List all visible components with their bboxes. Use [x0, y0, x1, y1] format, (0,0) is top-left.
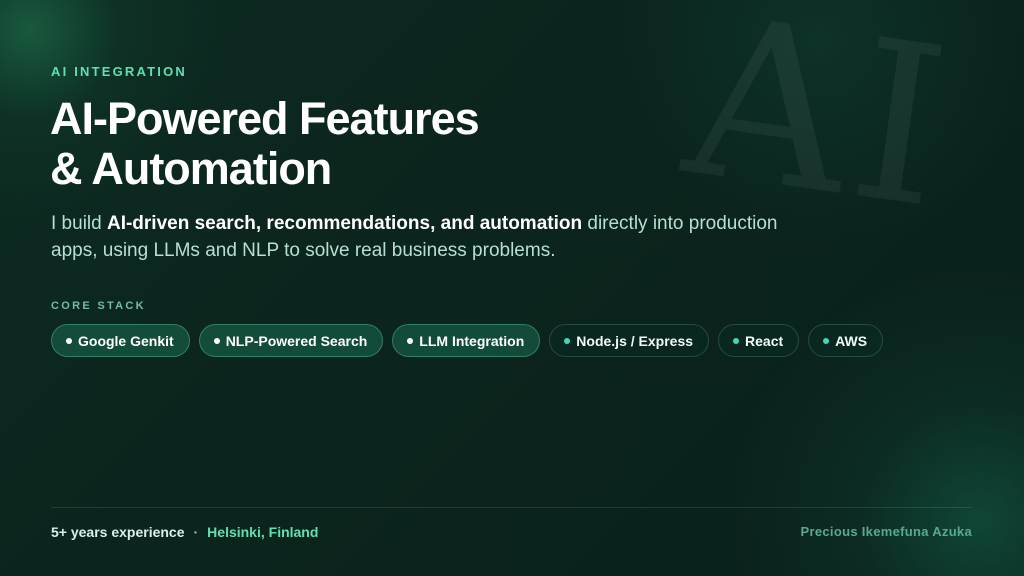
- stack-chip-aws: AWS: [808, 324, 884, 357]
- footer-separator: ·: [193, 524, 199, 540]
- stack-chip-label: LLM Integration: [419, 332, 525, 349]
- location-text: Helsinki, Finland: [207, 524, 319, 540]
- stack-chip-label: Node.js / Express: [576, 332, 694, 349]
- section-eyebrow: AI INTEGRATION: [51, 64, 187, 79]
- stack-chip-nodejs-express: Node.js / Express: [549, 324, 710, 357]
- ai-watermark: AI: [672, 0, 968, 259]
- footer-meta: 5+ years experience · Helsinki, Finland: [51, 524, 318, 540]
- page-title: AI-Powered Features & Automation: [50, 94, 610, 194]
- stack-chip-google-genkit: Google Genkit: [51, 324, 190, 357]
- hero-description: I build AI-driven search, recommendation…: [51, 210, 811, 264]
- footer-divider: [51, 507, 972, 508]
- chip-dot-icon: [733, 337, 740, 344]
- stack-chip-llm-integration: LLM Integration: [392, 324, 541, 357]
- chip-dot-icon: [823, 337, 830, 344]
- stack-chip-label: React: [745, 332, 784, 349]
- description-highlight: AI-driven search, recommendations, and a…: [106, 213, 583, 234]
- chip-dot-icon: [564, 337, 571, 344]
- stack-chip-label: NLP-Powered Search: [225, 332, 368, 349]
- chip-dot-icon: [407, 337, 414, 344]
- core-stack-label: CORE STACK: [51, 300, 146, 312]
- description-prefix: I build: [51, 213, 107, 234]
- stack-chip-react: React: [718, 324, 800, 357]
- page-title-line-1: AI-Powered Features: [50, 93, 480, 144]
- author-name: Precious Ikemefuna Azuka: [800, 524, 972, 539]
- page-title-line-2: & Automation: [50, 143, 332, 194]
- stack-chip-nlp-powered-search: NLP-Powered Search: [198, 324, 384, 357]
- stack-chip-label: Google Genkit: [78, 332, 174, 349]
- chip-dot-icon: [213, 337, 220, 344]
- chip-dot-icon: [66, 337, 72, 344]
- experience-text: 5+ years experience: [51, 524, 185, 540]
- stack-chip-label: AWS: [835, 332, 868, 349]
- core-stack-chips: Google Genkit NLP-Powered Search LLM Int…: [51, 324, 884, 357]
